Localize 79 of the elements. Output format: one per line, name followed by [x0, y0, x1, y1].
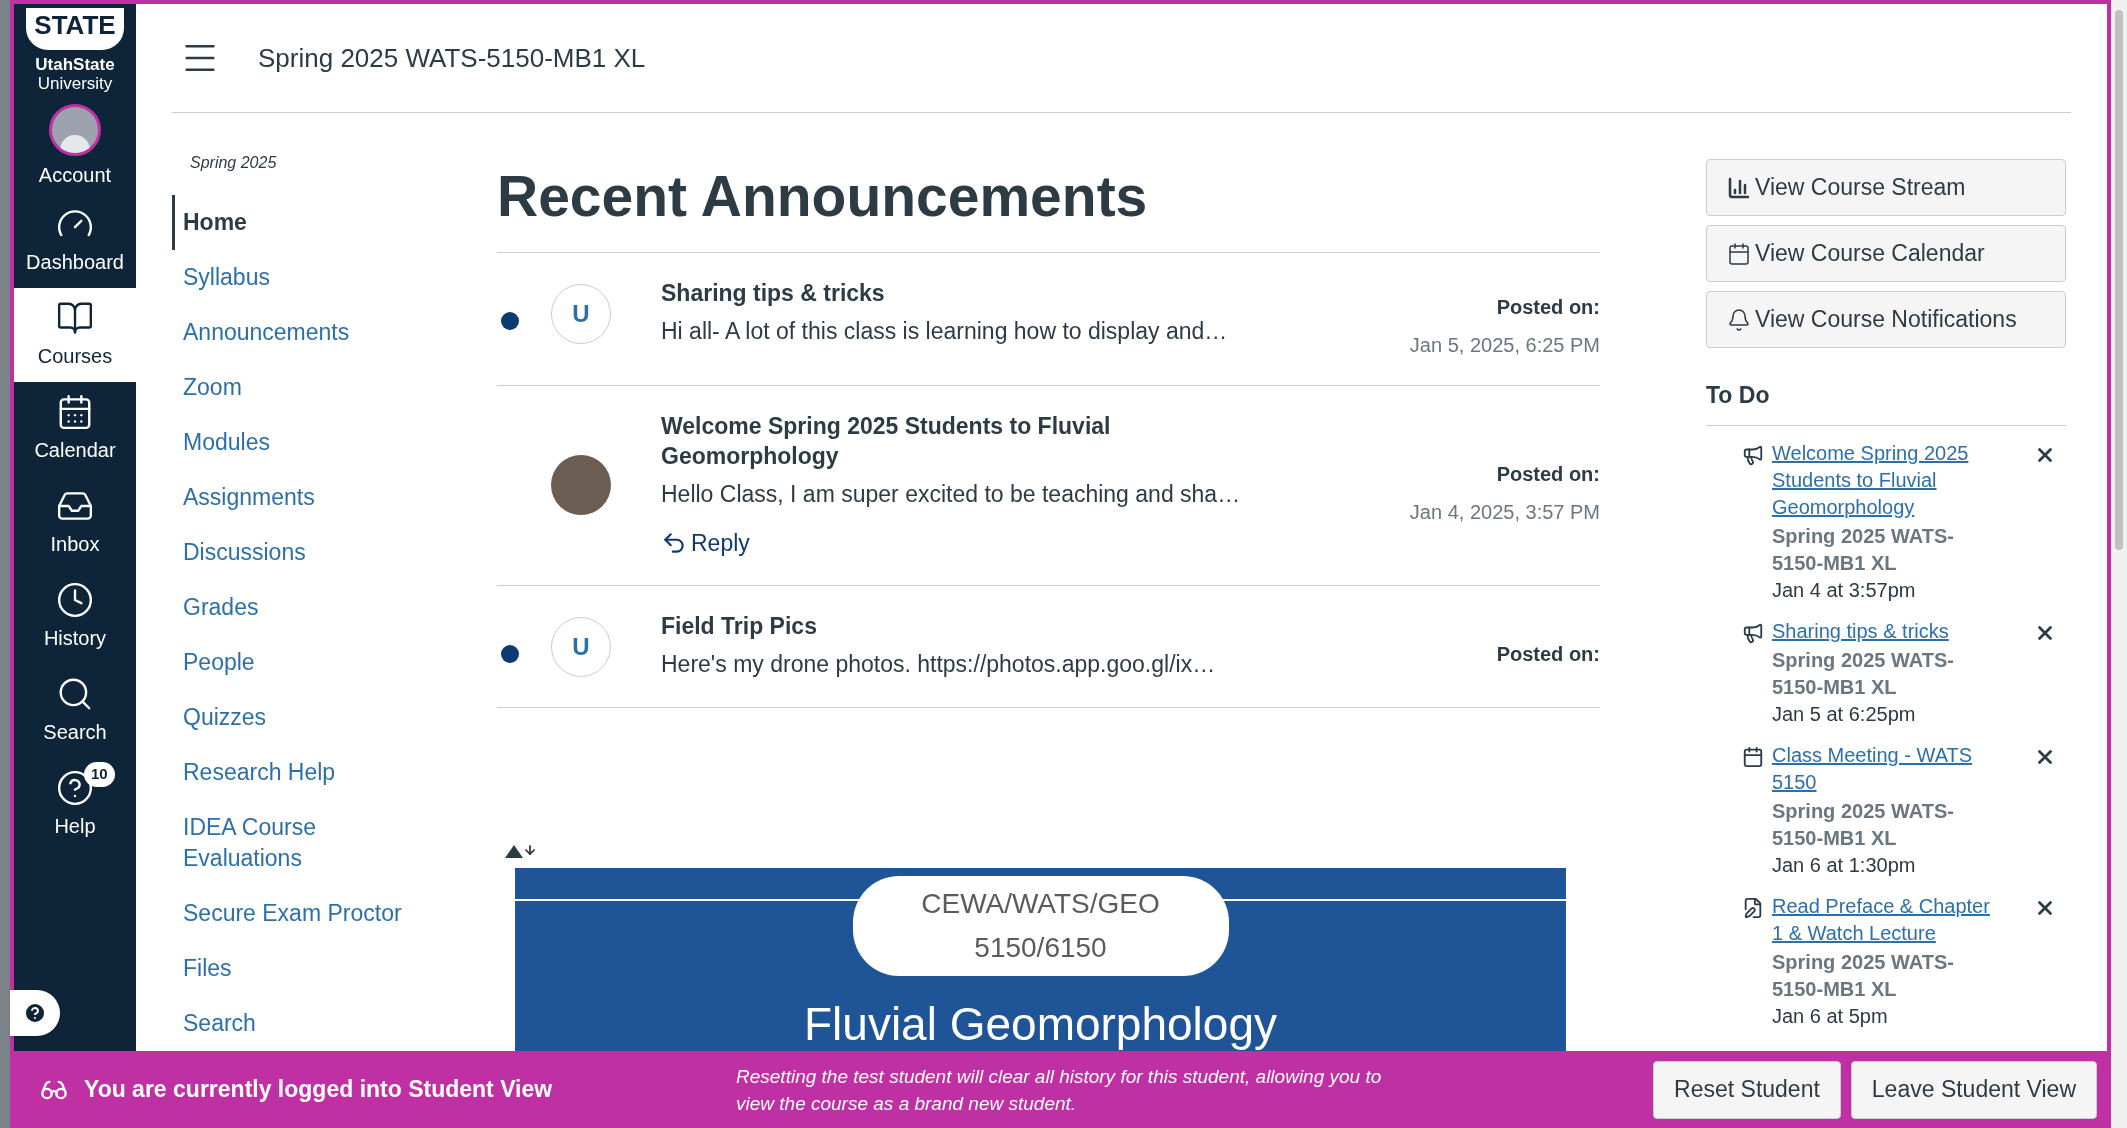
- student-view-note: Resetting the test student will clear all history for this student, allowing you to view the course as a brand new student.: [736, 1064, 1383, 1116]
- todo-link[interactable]: Class Meeting - WATS 5150: [1772, 741, 1992, 796]
- course-nav-link[interactable]: Grades: [172, 580, 412, 635]
- course-nav-link[interactable]: IDEA Course Evaluations: [172, 800, 412, 886]
- announcement-title[interactable]: Field Trip Pics: [661, 611, 1141, 642]
- banner-title: Fluvial Geomorphology: [804, 996, 1277, 1051]
- logo-name: UtahState: [35, 54, 115, 76]
- course-code-line: 5150/6150: [974, 930, 1107, 965]
- course-nav-link[interactable]: Research Help: [172, 745, 412, 800]
- megaphone-icon: [1742, 621, 1764, 644]
- bell-icon: [1727, 307, 1751, 332]
- help-icon: [56, 769, 94, 808]
- announcement-excerpt: Here's my drone photos. https://photos.app.goo.gl/ix…: [661, 650, 1217, 680]
- global-nav-item[interactable]: Calendar: [14, 382, 136, 477]
- student-view-button[interactable]: Leave Student View: [1850, 1060, 2097, 1119]
- help-button[interactable]: [10, 990, 60, 1036]
- course-nav-link[interactable]: Assignments: [172, 470, 412, 525]
- course-nav-link[interactable]: Discussions: [172, 525, 412, 580]
- todo-course: Spring 2025 WATS-5150-MB1 XL: [1772, 949, 1955, 1002]
- todo-heading: To Do: [1706, 378, 2066, 426]
- calendar-icon: [1742, 745, 1764, 768]
- bar-chart-icon: [1727, 175, 1751, 200]
- todo-due: Jan 6 at 5pm: [1772, 1003, 1889, 1029]
- course-nav-link[interactable]: Files: [172, 941, 412, 996]
- announcement-title[interactable]: Welcome Spring 2025 Students to Fluvial Geomorphology: [661, 411, 1141, 472]
- sidebar-button[interactable]: View Course Calendar: [1706, 225, 2066, 282]
- reply-arrow-icon: [661, 530, 687, 556]
- posted-date: Jan 5, 2025, 6:25 PM: [1409, 333, 1600, 359]
- todo-course: Spring 2025 WATS-5150-MB1 XL: [1772, 647, 1955, 700]
- global-nav-item[interactable]: Dashboard: [14, 194, 136, 289]
- todo-due: Jan 4 at 3:57pm: [1772, 577, 1917, 603]
- global-nav-item[interactable]: Account: [14, 100, 136, 195]
- term-label: Spring 2025: [189, 153, 278, 173]
- help-icon: [23, 1001, 47, 1025]
- logo-subtitle: University: [37, 75, 113, 93]
- global-nav-item[interactable]: Inbox: [14, 476, 136, 571]
- global-nav-item[interactable]: Courses: [14, 288, 136, 383]
- todo-due: Jan 5 at 6:25pm: [1772, 701, 1917, 727]
- todo-link[interactable]: Read Preface & Chapter 1 & Watch Lecture: [1772, 892, 1992, 947]
- section-heading: Recent Announcements: [497, 161, 1600, 254]
- calendar-icon: [1727, 241, 1751, 266]
- todo-link[interactable]: Welcome Spring 2025 Students to Fluvial Geomorphology: [1772, 439, 1992, 521]
- global-nav-item[interactable]: Search: [14, 664, 136, 759]
- notification-badge: 10: [84, 762, 115, 787]
- sidebar-button[interactable]: View Course Stream: [1706, 159, 2066, 216]
- announcement-title[interactable]: Sharing tips & tricks: [661, 278, 1141, 309]
- course-title: Spring 2025 WATS-5150-MB1 XL: [258, 41, 646, 75]
- announcement-excerpt: Hello Class, I am super excited to be teaching and sha…: [661, 480, 1242, 510]
- course-nav-link[interactable]: Zoom: [172, 360, 412, 415]
- todo-due: Jan 6 at 1:30pm: [1772, 852, 1917, 878]
- student-view-button[interactable]: Reset Student: [1653, 1060, 1841, 1119]
- posted-label: Posted on:: [1496, 295, 1600, 321]
- document-edit-icon: [1742, 896, 1764, 919]
- course-nav-link[interactable]: Modules: [172, 415, 412, 470]
- course-nav-link[interactable]: People: [172, 635, 412, 690]
- student-view-message: You are currently logged into Student View: [84, 1075, 554, 1105]
- global-nav-item[interactable]: History: [14, 570, 136, 665]
- logo-mark: STATE: [26, 8, 124, 50]
- course-nav-link[interactable]: Quizzes: [172, 690, 412, 745]
- todo-course: Spring 2025 WATS-5150-MB1 XL: [1772, 523, 1955, 576]
- posted-label: Posted on:: [1496, 461, 1600, 487]
- reply-link[interactable]: Reply: [661, 525, 1410, 561]
- posted-label: Posted on:: [1496, 641, 1600, 667]
- todo-link[interactable]: Sharing tips & tricks: [1772, 617, 1992, 645]
- course-nav-link[interactable]: Search: [172, 996, 412, 1051]
- sidebar-button[interactable]: View Course Notifications: [1706, 291, 2066, 348]
- todo-course: Spring 2025 WATS-5150-MB1 XL: [1772, 798, 1955, 851]
- announcement-excerpt: Hi all- A lot of this class is learning how to display and…: [661, 317, 1229, 347]
- scrollbar[interactable]: [2111, 0, 2127, 1128]
- posted-date: Jan 4, 2025, 3:57 PM: [1409, 499, 1600, 525]
- global-nav-item[interactable]: Help 10: [14, 758, 136, 853]
- course-nav-link[interactable]: Announcements: [172, 305, 412, 360]
- course-nav-link[interactable]: Syllabus: [172, 250, 412, 305]
- course-nav-link[interactable]: Home: [172, 195, 412, 250]
- course-nav-link[interactable]: Secure Exam Proctor: [172, 886, 412, 941]
- clock-icon: [56, 581, 94, 620]
- course-code-line: CEWA/WATS/GEO: [921, 886, 1160, 921]
- avatar-icon: [49, 104, 101, 157]
- megaphone-icon: [1742, 443, 1764, 466]
